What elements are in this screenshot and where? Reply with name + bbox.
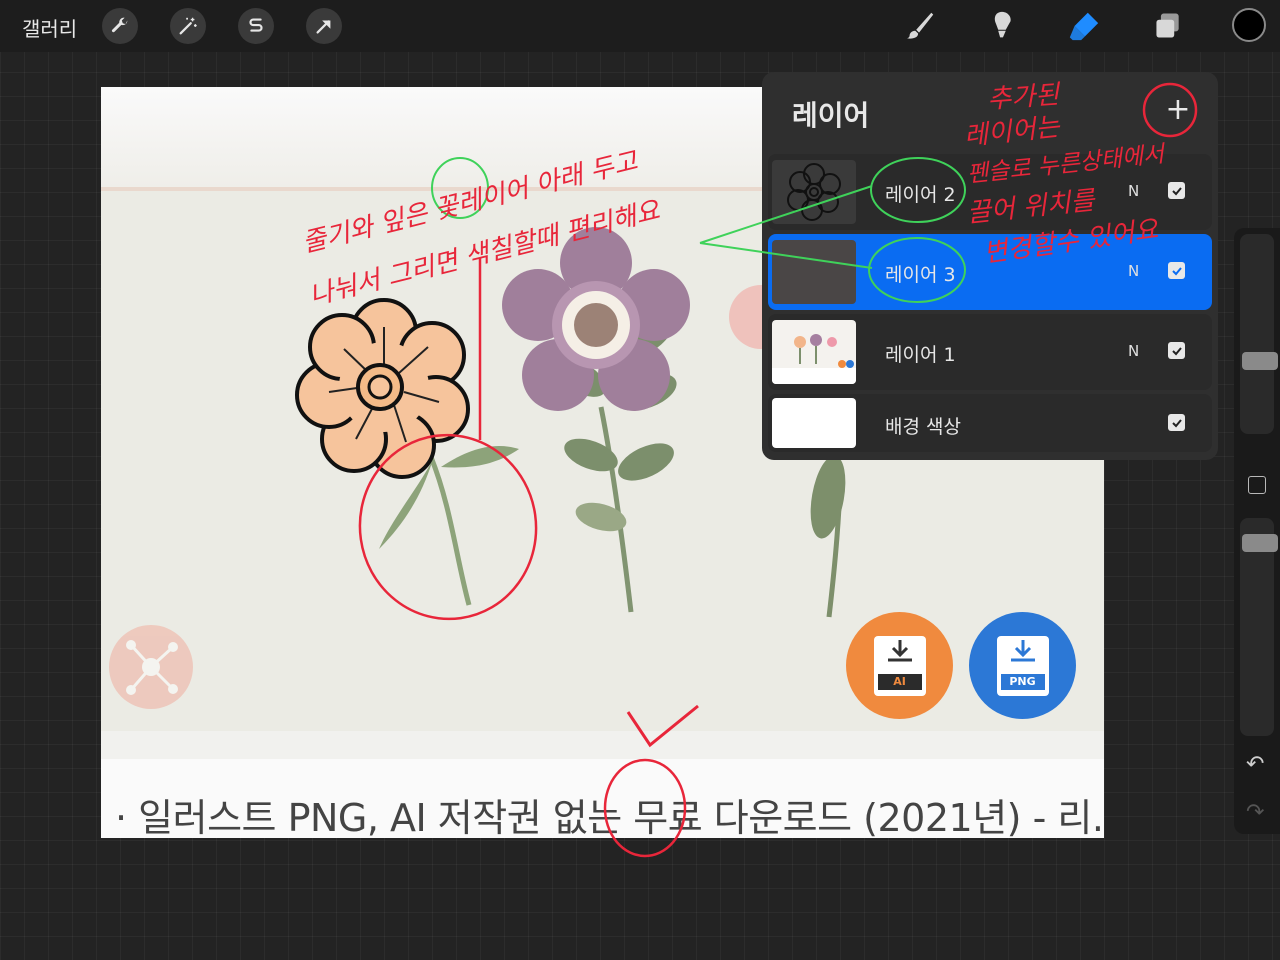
layer-visibility-checkbox[interactable] <box>1168 342 1185 359</box>
png-label: PNG <box>1000 673 1045 690</box>
ai-label: AI <box>877 673 922 690</box>
layer-name: 레이어 3 <box>885 264 956 286</box>
layer-row-3-selected[interactable]: 레이어 3 N <box>768 234 1212 310</box>
stem-right <box>810 455 846 618</box>
layer-thumbnail <box>772 160 856 224</box>
undo-icon[interactable]: ↶ <box>1246 752 1264 777</box>
brush-size-slider[interactable] <box>1240 234 1278 434</box>
brush-icon[interactable] <box>902 8 938 44</box>
blend-mode-button[interactable]: N <box>1128 182 1139 200</box>
faded-share-icon <box>109 625 193 709</box>
top-toolbar: 갤러리 <box>0 0 1280 52</box>
layers-panel-title: 레이어 <box>792 99 870 132</box>
png-download-button[interactable]: PNG <box>969 612 1076 719</box>
transform-arrow-icon[interactable] <box>306 8 342 44</box>
gallery-button[interactable]: 갤러리 <box>22 13 77 42</box>
opacity-slider[interactable] <box>1240 518 1278 736</box>
background-color-row[interactable]: 배경 색상 <box>768 394 1212 452</box>
layer-thumbnail <box>772 240 856 304</box>
add-layer-button[interactable]: + <box>1164 95 1192 125</box>
layer-name: 레이어 1 <box>885 344 956 366</box>
blend-mode-button[interactable]: N <box>1128 342 1139 360</box>
layer-name: 배경 색상 <box>885 416 961 438</box>
orange-sketch-flower <box>295 298 470 479</box>
magic-wand-icon[interactable] <box>170 8 206 44</box>
brush-size-knob[interactable] <box>1242 352 1278 370</box>
layer-row-2[interactable]: 레이어 2 N <box>768 154 1212 230</box>
layer-row-1[interactable]: 레이어 1 N <box>768 314 1212 390</box>
layer-visibility-checkbox[interactable] <box>1168 182 1185 199</box>
opacity-knob[interactable] <box>1242 534 1278 552</box>
ai-download-button[interactable]: AI <box>846 612 953 719</box>
layers-panel: 레이어 + 레이어 2 N 레이어 3 N 레이어 1 N 배경 색상 <box>762 72 1218 460</box>
selection-icon[interactable] <box>238 8 274 44</box>
blend-mode-button[interactable]: N <box>1128 262 1139 280</box>
background-color-swatch[interactable] <box>772 398 856 448</box>
layer-name: 레이어 2 <box>885 184 956 206</box>
wrench-icon[interactable] <box>102 8 138 44</box>
modify-button[interactable] <box>1248 476 1266 494</box>
layer-visibility-checkbox[interactable] <box>1168 414 1185 431</box>
right-sidebar: ↶ ↷ <box>1234 228 1280 834</box>
redo-icon[interactable]: ↷ <box>1246 800 1264 825</box>
purple-flower <box>502 227 690 613</box>
layers-icon[interactable] <box>1150 8 1186 44</box>
color-picker-button[interactable] <box>1232 8 1266 42</box>
layer-visibility-checkbox[interactable] <box>1168 262 1185 279</box>
smudge-icon[interactable] <box>984 8 1020 44</box>
eraser-icon[interactable] <box>1066 8 1102 44</box>
caption-text: · 일러스트 PNG, AI 저작권 없는 무료 다운로드 (2021년) - … <box>115 796 1104 838</box>
layer-thumbnail <box>772 320 856 384</box>
